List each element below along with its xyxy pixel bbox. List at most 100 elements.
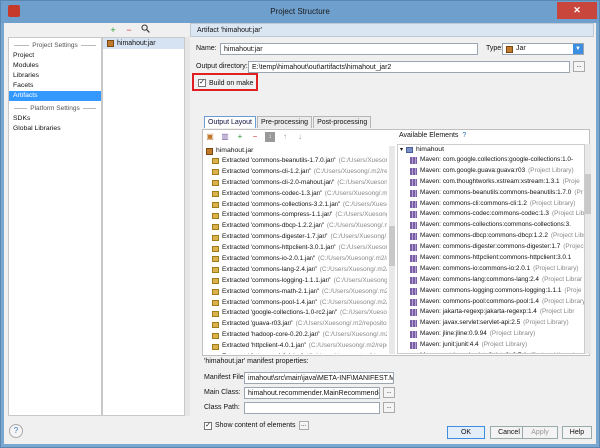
available-library-row[interactable]: Maven: commons-logging:commons-logging:1… [398, 286, 584, 297]
sidebar-item-libraries[interactable]: Libraries [9, 71, 101, 81]
tab-post-processing[interactable]: Post-processing [313, 116, 372, 128]
chevron-down-icon[interactable]: ▼ [573, 44, 583, 54]
available-library-row[interactable]: Maven: commons-beanutils:commons-beanuti… [398, 188, 584, 199]
settings-sidebar: Project Settings Project Modules Librari… [8, 37, 102, 416]
available-library-row[interactable]: Maven: jline:jline:0.9.94 (Project Librar… [398, 329, 584, 340]
available-library-row[interactable]: Maven: commons-collections:commons-colle… [398, 220, 584, 231]
tab-output-layout[interactable]: Output Layout [204, 116, 256, 128]
ok-button[interactable]: OK [447, 426, 485, 439]
output-layout-row[interactable]: Extracted 'commons-httpclient-3.0.1.jar/… [206, 243, 387, 254]
available-library-row[interactable]: Maven: commons-codec:commons-codec:1.3 (P… [398, 209, 584, 220]
output-layout-row[interactable]: Extracted 'commons-beanutils-1.7.0.jar/'… [206, 156, 387, 167]
manifest-file-field[interactable]: imahout\src\main\java\META-INF\MANIFEST.… [244, 372, 394, 384]
type-select[interactable]: Jar ▼ [502, 43, 584, 55]
output-layout-row[interactable]: Extracted 'commons-collections-3.2.1.jar… [206, 200, 387, 211]
available-library-row[interactable]: Maven: commons-pool:commons-pool:1.4 (Pro… [398, 297, 584, 308]
sidebar-item-global-libraries[interactable]: Global Libraries [9, 124, 101, 134]
close-window-button[interactable]: ✕ [557, 2, 597, 19]
remove-icon[interactable]: − [124, 24, 134, 36]
available-root[interactable]: ▾ himahout [398, 145, 584, 155]
available-elements-header: Available Elements ? [399, 132, 466, 139]
help-button[interactable]: Help [562, 426, 592, 439]
help-icon[interactable]: ? [9, 424, 23, 438]
remove-element-icon[interactable]: − [250, 132, 260, 142]
output-layout-row[interactable]: Extracted 'httpclient-4.0.1.jar/' (C:/Use… [206, 341, 387, 352]
available-elements-scrollbar[interactable] [585, 144, 591, 354]
output-layout-scrollbar[interactable] [389, 146, 395, 354]
sidebar-item-modules[interactable]: Modules [9, 61, 101, 71]
available-library-row[interactable]: Maven: commons-cli:commons-cli:1.2 (Proje… [398, 199, 584, 210]
apply-button[interactable]: Apply [522, 426, 558, 439]
output-layout-row[interactable]: Extracted 'commons-lang-2.4.jar/' (C:/Use… [206, 265, 387, 276]
output-directory-field[interactable]: E:\temp\himahout\out\artifacts\himahout_… [248, 61, 570, 73]
library-name: Maven: commons-io:commons-io:2.0.1 [420, 264, 531, 272]
available-library-row[interactable]: Maven: net.java.dev.jets3t:jets3t:0.7.1(… [398, 351, 584, 353]
sidebar-item-artifacts[interactable]: Artifacts [9, 91, 101, 101]
output-layout-row[interactable]: Extracted 'commons-dbcp-1.2.2.jar/' (C:/U… [206, 221, 387, 232]
available-library-row[interactable]: Maven: com.google.collections:google-col… [398, 155, 584, 166]
sidebar-item-project[interactable]: Project [9, 51, 101, 61]
output-layout-row[interactable]: Extracted 'commons-cli-1.2.jar/' (C:/User… [206, 167, 387, 178]
library-icon[interactable]: ▥ [220, 132, 230, 142]
output-layout-row[interactable]: Extracted 'guava-r03.jar/' (C:/Users/Xues… [206, 319, 387, 330]
move-up-icon[interactable]: ↑ [280, 132, 290, 142]
browse-output-directory-button[interactable]: ... [573, 61, 585, 72]
available-library-row[interactable]: Maven: commons-io:commons-io:2.0.1 (Proje… [398, 264, 584, 275]
move-down-icon[interactable]: ↓ [295, 132, 305, 142]
available-library-row[interactable]: Maven: commons-lang:commons-lang:2.4 (Pro… [398, 275, 584, 286]
available-library-row[interactable]: Maven: commons-dbcp:commons-dbcp:1.2.2 (P… [398, 231, 584, 242]
add-element-icon[interactable]: + [235, 132, 245, 142]
available-library-row[interactable]: Maven: commons-httpclient:commons-httpcl… [398, 253, 584, 264]
scrollbar-thumb[interactable] [585, 174, 591, 214]
library-tag: (Project Library [542, 297, 585, 305]
sidebar-item-sdks[interactable]: SDKs [9, 114, 101, 124]
output-layout-row[interactable]: Extracted 'google-collections-1.0-rc2.ja… [206, 308, 387, 319]
output-layout-row[interactable]: Extracted 'commons-digester-1.7.jar/' (C:… [206, 232, 387, 243]
extracted-name: Extracted 'commons-logging-1.1.1.jar/' [222, 276, 331, 284]
main-class-field[interactable]: himahout.recommender.MainRecommender [244, 387, 380, 399]
main-class-browse-button[interactable]: ... [383, 387, 395, 398]
library-name: Maven: jakarta-regexp:jakarta-regexp:1.4 [420, 308, 537, 316]
output-layout-row[interactable]: Extracted 'commons-io-2.0.1.jar/' (C:/Use… [206, 254, 387, 265]
output-layout-row[interactable]: Extracted 'commons-logging-1.1.1.jar/' (C… [206, 276, 387, 287]
extracted-name: Extracted 'commons-lang-2.4.jar/' [222, 265, 317, 273]
available-elements-title: Available Elements [399, 132, 459, 139]
available-library-row[interactable]: Maven: com.thoughtworks.xstream:xstream:… [398, 177, 584, 188]
output-layout-row[interactable]: Extracted 'commons-codec-1.3.jar/' (C:/Us… [206, 189, 387, 200]
class-path-field[interactable] [244, 402, 380, 414]
search-icon[interactable] [140, 24, 150, 36]
output-layout-row[interactable]: Extracted 'httpcore-4.0.1.jar/'(C:/Users… [206, 352, 387, 354]
collapse-icon[interactable]: ▾ [400, 145, 403, 155]
output-layout-row[interactable]: Extracted 'commons-cli-2.0-mahout.jar/'(… [206, 178, 387, 189]
extracted-name: Extracted 'commons-dbcp-1.2.2.jar/' [222, 222, 324, 230]
available-library-row[interactable]: Maven: com.google.guava:guava:r03 (Projec… [398, 166, 584, 177]
output-layout-row[interactable]: Extracted 'commons-compress-1.1.jar/' (C:… [206, 210, 387, 221]
output-root[interactable]: himahout.jar [206, 146, 387, 156]
library-name: Maven: commons-beanutils:commons-beanuti… [420, 188, 572, 196]
help-question-icon[interactable]: ? [462, 132, 466, 139]
available-library-row[interactable]: Maven: commons-digester:commons-digester… [398, 242, 584, 253]
library-tag: (Project Library) [489, 330, 536, 338]
extracted-name: Extracted 'commons-compress-1.1.jar/' [222, 211, 333, 219]
artifact-list-item[interactable]: himahout:jar [103, 38, 184, 49]
library-tag: (Project Library) [529, 199, 576, 207]
output-layout-row[interactable]: Extracted 'commons-pool-1.4.jar/' (C:/Use… [206, 298, 387, 309]
class-path-browse-button[interactable]: ... [383, 402, 395, 413]
available-library-row[interactable]: Maven: junit:junit:4.4 (Project Library) [398, 340, 584, 351]
library-icon [410, 244, 417, 252]
available-library-row[interactable]: Maven: javax.servlet:servlet-api:2.5 (Pro… [398, 318, 584, 329]
library-tag: (Project Librar [542, 275, 583, 283]
output-layout-row[interactable]: Extracted 'hadoop-core-0.20.2.jar/' (C:/U… [206, 330, 387, 341]
extracted-path: (C:/Users/Xuesong [338, 157, 387, 164]
new-folder-icon[interactable]: ▣ [205, 132, 215, 142]
scrollbar-thumb[interactable] [389, 226, 395, 266]
add-icon[interactable]: + [108, 24, 118, 36]
sort-icon[interactable]: ↕ [265, 132, 275, 142]
name-field[interactable]: himahout:jar [220, 43, 478, 55]
extracted-folder-icon [212, 234, 219, 241]
tab-pre-processing[interactable]: Pre-processing [256, 116, 313, 128]
library-tag: (Project [563, 243, 585, 251]
output-layout-row[interactable]: Extracted 'commons-math-2.1.jar/' (C:/Use… [206, 287, 387, 298]
sidebar-item-facets[interactable]: Facets [9, 81, 101, 91]
available-library-row[interactable]: Maven: jakarta-regexp:jakarta-regexp:1.4… [398, 307, 584, 318]
